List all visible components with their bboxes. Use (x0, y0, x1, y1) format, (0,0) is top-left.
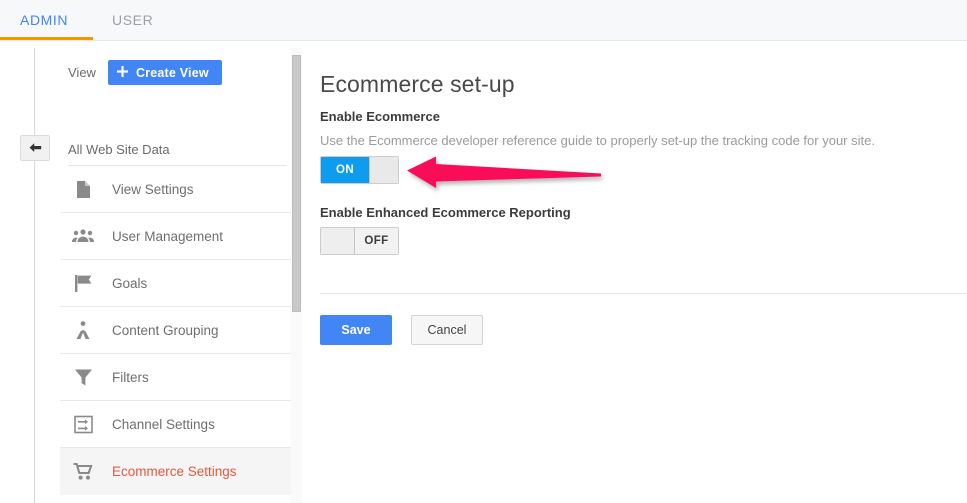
shopping-cart-icon (68, 462, 98, 481)
enable-ecommerce-toggle-knob (369, 157, 398, 183)
channel-settings-icon (68, 415, 98, 434)
rail-divider (34, 48, 35, 503)
enable-enhanced-toggle-knob (321, 228, 355, 254)
view-selector-row: View Create View (68, 60, 222, 85)
sidebar-item-goals[interactable]: Goals (60, 260, 292, 307)
enable-enhanced-ecommerce-label: Enable Enhanced Ecommerce Reporting (320, 205, 571, 220)
arrow-left-icon (28, 142, 43, 155)
enable-enhanced-toggle-state: OFF (355, 228, 398, 254)
create-view-button[interactable]: Create View (107, 60, 222, 85)
sidebar-item-ecommerce-settings[interactable]: Ecommerce Settings (60, 448, 292, 495)
sidebar-item-label: Channel Settings (112, 416, 215, 432)
sidebar-item-label: Ecommerce Settings (112, 463, 237, 479)
enable-enhanced-ecommerce-toggle[interactable]: OFF (320, 227, 399, 255)
flag-icon (68, 274, 98, 293)
sidebar-nav-list: View Settings User Management Goals Cont… (60, 166, 292, 503)
form-divider (320, 293, 967, 294)
document-icon (68, 180, 98, 199)
plus-icon (116, 65, 129, 81)
cancel-button[interactable]: Cancel (411, 315, 483, 345)
enable-ecommerce-toggle-state: ON (321, 157, 369, 183)
sidebar-item-label: Content Grouping (112, 322, 219, 338)
sidebar-item-label: Filters (112, 369, 149, 385)
sidebar-item-label: Goals (112, 275, 148, 291)
create-view-label: Create View (135, 65, 209, 80)
tab-user[interactable]: USER (112, 0, 153, 40)
sidebar: View Create View All Web Site Data View … (60, 48, 292, 503)
tab-admin[interactable]: ADMIN (20, 0, 68, 40)
sidebar-item-content-grouping[interactable]: Content Grouping (60, 307, 292, 354)
sidebar-item-calculated-metrics[interactable]: Dd Calculated Metrics BETA (60, 495, 292, 503)
main-content: Ecommerce set-up Enable Ecommerce Use th… (320, 48, 967, 503)
page-title: Ecommerce set-up (320, 71, 515, 97)
people-icon (68, 229, 98, 243)
view-label: View (68, 65, 96, 80)
sidebar-item-label: View Settings (112, 181, 194, 197)
current-view-name: All Web Site Data (68, 142, 170, 157)
enable-ecommerce-description: Use the Ecommerce developer reference gu… (320, 133, 875, 148)
active-tab-underline (0, 37, 93, 40)
sidebar-item-user-management[interactable]: User Management (60, 213, 292, 260)
sidebar-item-filters[interactable]: Filters (60, 354, 292, 401)
sidebar-item-channel-settings[interactable]: Channel Settings (60, 401, 292, 448)
funnel-icon (68, 368, 98, 387)
sidebar-item-label: User Management (112, 228, 224, 244)
enable-ecommerce-toggle[interactable]: ON (320, 156, 399, 184)
sidebar-item-view-settings[interactable]: View Settings (60, 166, 292, 213)
top-tab-bar: ADMIN USER (0, 0, 967, 41)
content-grouping-icon (68, 320, 98, 340)
sidebar-scrollbar-thumb[interactable] (292, 55, 301, 312)
save-button[interactable]: Save (320, 315, 392, 345)
enable-ecommerce-label: Enable Ecommerce (320, 109, 440, 124)
collapse-sidebar-button[interactable] (20, 135, 50, 161)
google-analytics-admin-page: ADMIN USER View Create View All Web Site… (0, 0, 967, 503)
